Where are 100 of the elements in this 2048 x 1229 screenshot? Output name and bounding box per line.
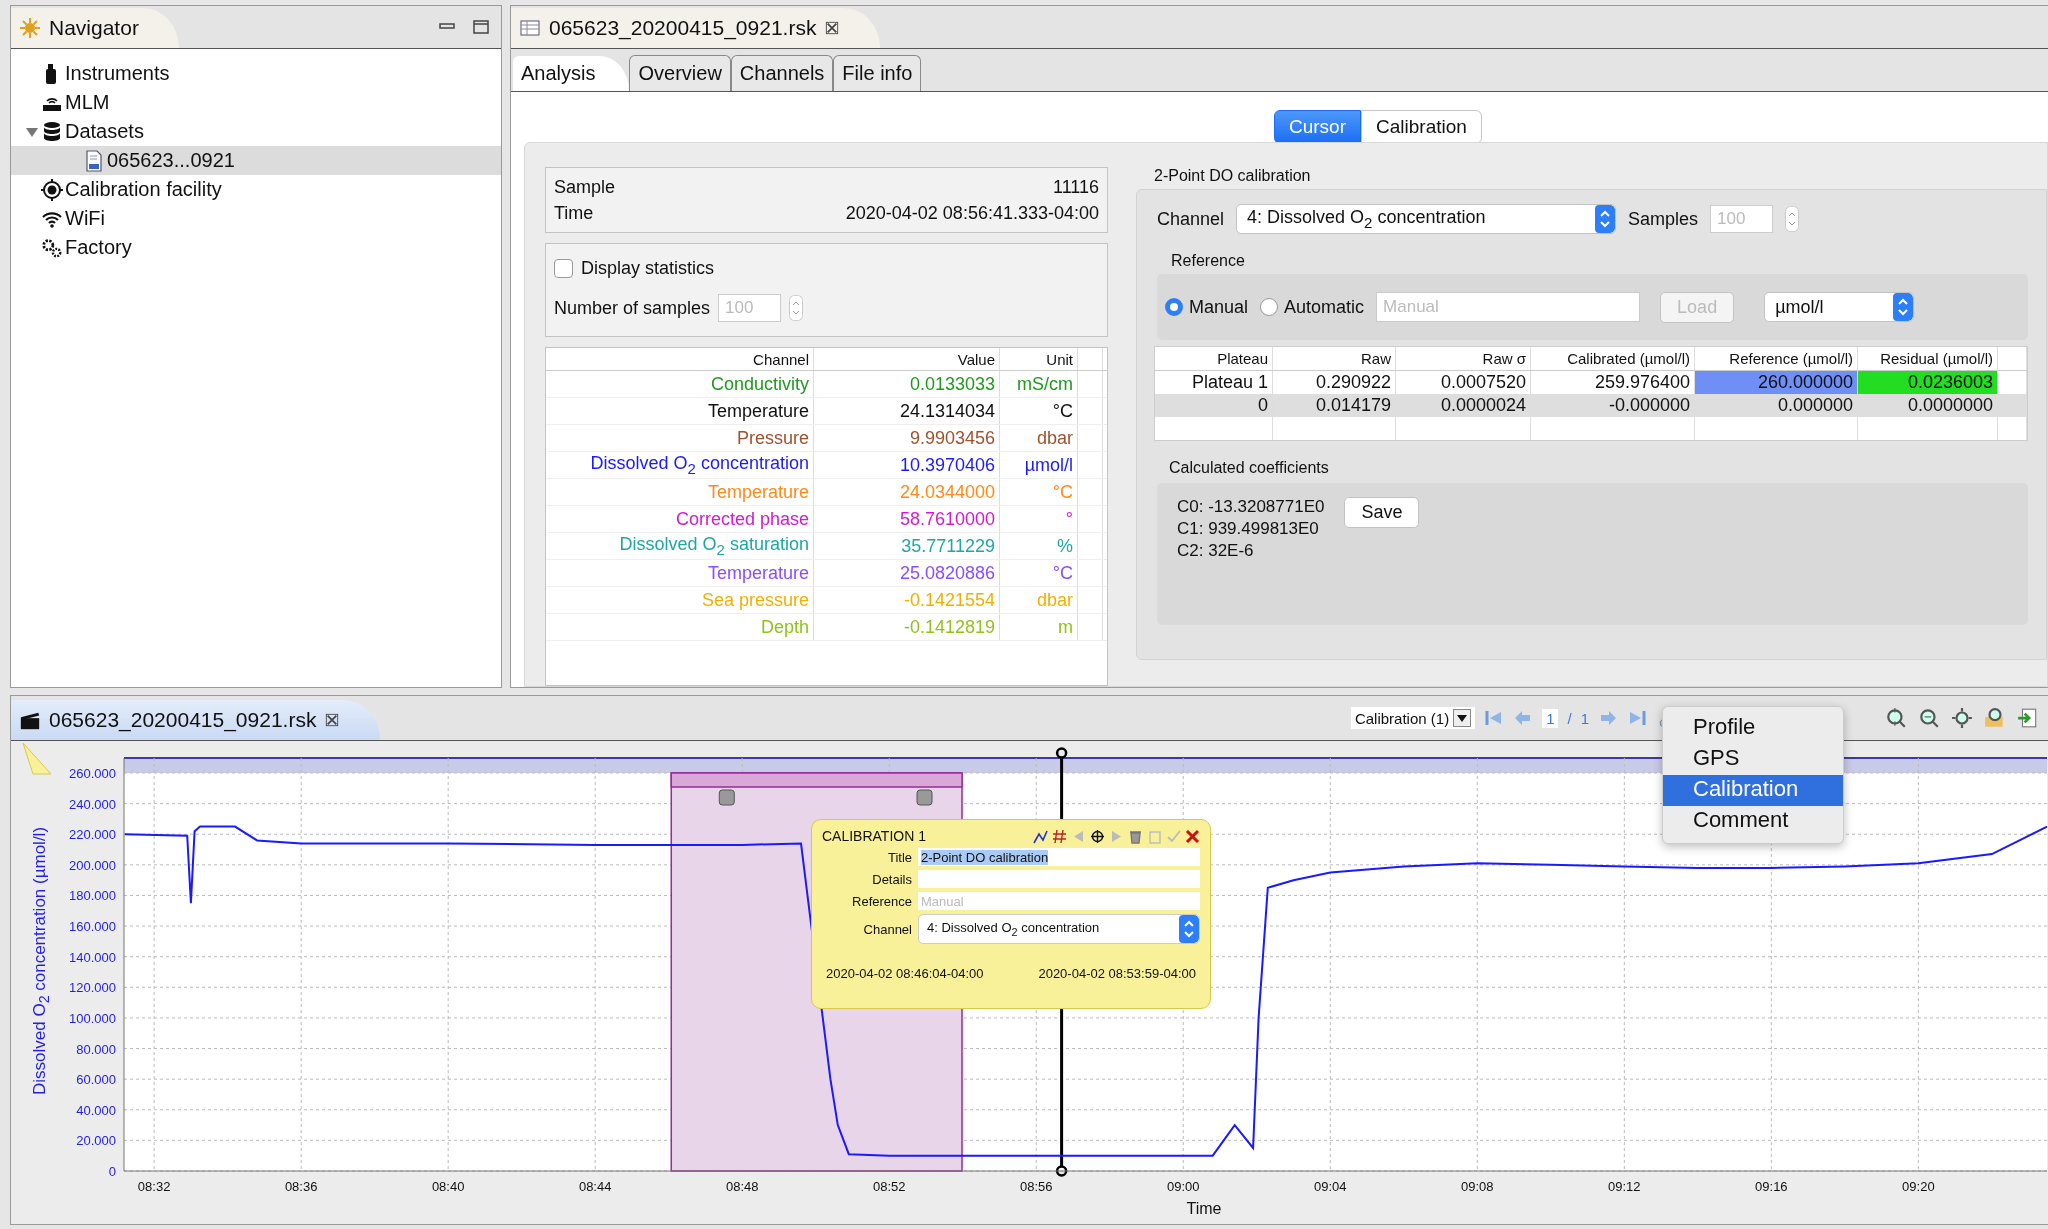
field-label: Reference xyxy=(851,893,912,909)
plot-tab[interactable]: 065623_20200415_0921.rsk xyxy=(11,700,381,740)
y-tick-label: 240.000 xyxy=(69,796,116,812)
zoom-fit-icon[interactable] xyxy=(1950,707,1974,729)
cursor-handle[interactable] xyxy=(1055,747,1068,759)
hash-icon[interactable] xyxy=(1052,828,1067,844)
stepper-icon[interactable] xyxy=(1785,206,1800,232)
column-header: Plateau xyxy=(1155,347,1273,370)
cursor-handle[interactable] xyxy=(1055,1165,1068,1177)
segment-button[interactable]: Calibration xyxy=(1361,110,1482,144)
table-cell: Sea pressure xyxy=(546,587,814,613)
save-button[interactable]: Save xyxy=(1344,497,1420,528)
tree-item[interactable]: WiFi xyxy=(11,204,501,233)
x-tick-label: 08:48 xyxy=(725,1179,759,1194)
region-handle[interactable] xyxy=(916,789,933,806)
tree-item[interactable]: MLM xyxy=(11,88,501,117)
x-tick-label: 09:20 xyxy=(1902,1179,1935,1194)
table-cell: -0.1412819 xyxy=(814,614,1000,640)
close-icon[interactable] xyxy=(1185,828,1200,844)
tree-item[interactable]: Instruments xyxy=(11,59,501,88)
menu-item[interactable]: Comment xyxy=(1663,806,1843,837)
sun-icon xyxy=(19,17,41,39)
close-icon[interactable] xyxy=(324,713,341,727)
gears-icon xyxy=(41,236,63,259)
column-header: Residual (µmol/l) xyxy=(1858,347,1998,370)
field-label: Title xyxy=(886,849,912,865)
tree-item[interactable]: Factory xyxy=(11,233,501,262)
field-label: Number of samples xyxy=(554,297,711,319)
table-cell: 10.3970406 xyxy=(814,452,1000,478)
unit-select[interactable]: µmol/l xyxy=(1764,292,1915,322)
popup-title: CALIBRATION 1 xyxy=(822,828,926,844)
start-time: 2020-04-02 08:46:04-04:00 xyxy=(826,966,984,981)
tab[interactable]: Analysis xyxy=(513,56,630,91)
tree-item[interactable]: Calibration facility xyxy=(11,175,501,204)
table-cell: Dissolved O$_{2}$ saturation xyxy=(546,533,814,559)
dropdown-arrows-icon[interactable] xyxy=(1893,293,1914,321)
table-cell: -0.000000 xyxy=(1531,394,1695,417)
coefficient-text: C0: -13.3208771E0 xyxy=(1177,497,1325,517)
table-cell: °C xyxy=(1000,560,1078,586)
navigator-tab[interactable]: Navigator xyxy=(11,8,179,48)
zoom-in-icon[interactable] xyxy=(1884,707,1908,729)
annotation-select[interactable]: Calibration (1) xyxy=(1350,707,1476,729)
close-icon[interactable] xyxy=(824,21,841,35)
segment-button[interactable]: Cursor xyxy=(1274,110,1361,144)
radio-button[interactable] xyxy=(1165,298,1183,316)
field-label: Details xyxy=(871,871,912,887)
table-cell: Corrected phase xyxy=(546,506,814,532)
crosshair-icon[interactable] xyxy=(1090,828,1105,844)
column-header: Calibrated (µmol/l) xyxy=(1531,347,1695,370)
y-tick-label: 260.000 xyxy=(69,766,116,781)
tree-item[interactable]: 065623...0921 xyxy=(11,146,501,175)
radio-button[interactable] xyxy=(1260,298,1279,316)
line-tool-icon[interactable] xyxy=(1033,828,1048,844)
table-icon xyxy=(519,17,541,39)
text-field[interactable]: 2-Point DO calibration xyxy=(918,848,1200,866)
channel-select[interactable]: 4: Dissolved O$_{2}$ concentration xyxy=(1236,204,1617,234)
check-icon[interactable] xyxy=(1166,828,1181,844)
column-header: Channel xyxy=(546,348,814,370)
table-cell: Depth xyxy=(546,614,814,640)
group-title: Reference xyxy=(1171,252,1246,270)
stepper-icon[interactable] xyxy=(789,295,804,321)
table-cell: 0.000000 xyxy=(1695,394,1858,417)
y-tick-label: 0 xyxy=(108,1164,116,1179)
table-cell: % xyxy=(1000,533,1078,559)
tab[interactable]: Channels xyxy=(730,55,834,91)
page-field[interactable]: 1 xyxy=(1542,708,1559,728)
table-cell: 0.0133033 xyxy=(814,371,1000,397)
x-tick-label: 09:00 xyxy=(1167,1179,1200,1194)
table-cell: Temperature xyxy=(546,560,814,586)
table-cell: 24.0344000 xyxy=(814,479,1000,505)
channel-select[interactable]: 4: Dissolved O$_{2}$ concentration xyxy=(918,914,1200,944)
tab[interactable]: File info xyxy=(833,55,922,91)
column-header: Reference (µmol/l) xyxy=(1695,347,1858,370)
editor-tab[interactable]: 065623_20200415_0921.rsk xyxy=(511,8,881,48)
table-cell: Temperature xyxy=(546,479,814,505)
maximize-icon[interactable] xyxy=(473,20,489,34)
field-label: Samples xyxy=(1628,208,1699,230)
text-field[interactable] xyxy=(918,870,1200,888)
y-tick-label: 40.000 xyxy=(76,1102,116,1118)
tab[interactable]: Overview xyxy=(629,55,731,91)
page-separator: / xyxy=(1567,709,1572,727)
table-cell: 25.0820886 xyxy=(814,560,1000,586)
radio-label: Automatic xyxy=(1284,296,1365,318)
dropdown-arrows-icon[interactable] xyxy=(1595,205,1616,233)
menu-item[interactable]: Calibration xyxy=(1663,775,1843,806)
table-cell: 24.1314034 xyxy=(814,398,1000,424)
menu-item[interactable]: GPS xyxy=(1663,744,1843,775)
dropdown-arrows-icon[interactable] xyxy=(1179,915,1199,943)
table-cell: 9.9903456 xyxy=(814,425,1000,451)
table-cell: °C xyxy=(1000,398,1078,424)
group-title: Calculated coefficients xyxy=(1169,459,1330,477)
menu-item[interactable]: Profile xyxy=(1663,713,1843,744)
region-handle[interactable] xyxy=(718,789,735,806)
trash-icon[interactable] xyxy=(1128,828,1143,844)
table-cell: 0.014179 xyxy=(1273,394,1396,417)
y-tick-label: 80.000 xyxy=(76,1041,116,1057)
zoom-out-icon[interactable] xyxy=(1917,707,1941,729)
table-row[interactable]: 0 0.014179 0.0000024 -0.000000 0.000000 0.0000000 xyxy=(1155,394,2027,417)
tree-item[interactable]: Datasets xyxy=(11,117,501,146)
field-label: Time xyxy=(554,202,594,224)
